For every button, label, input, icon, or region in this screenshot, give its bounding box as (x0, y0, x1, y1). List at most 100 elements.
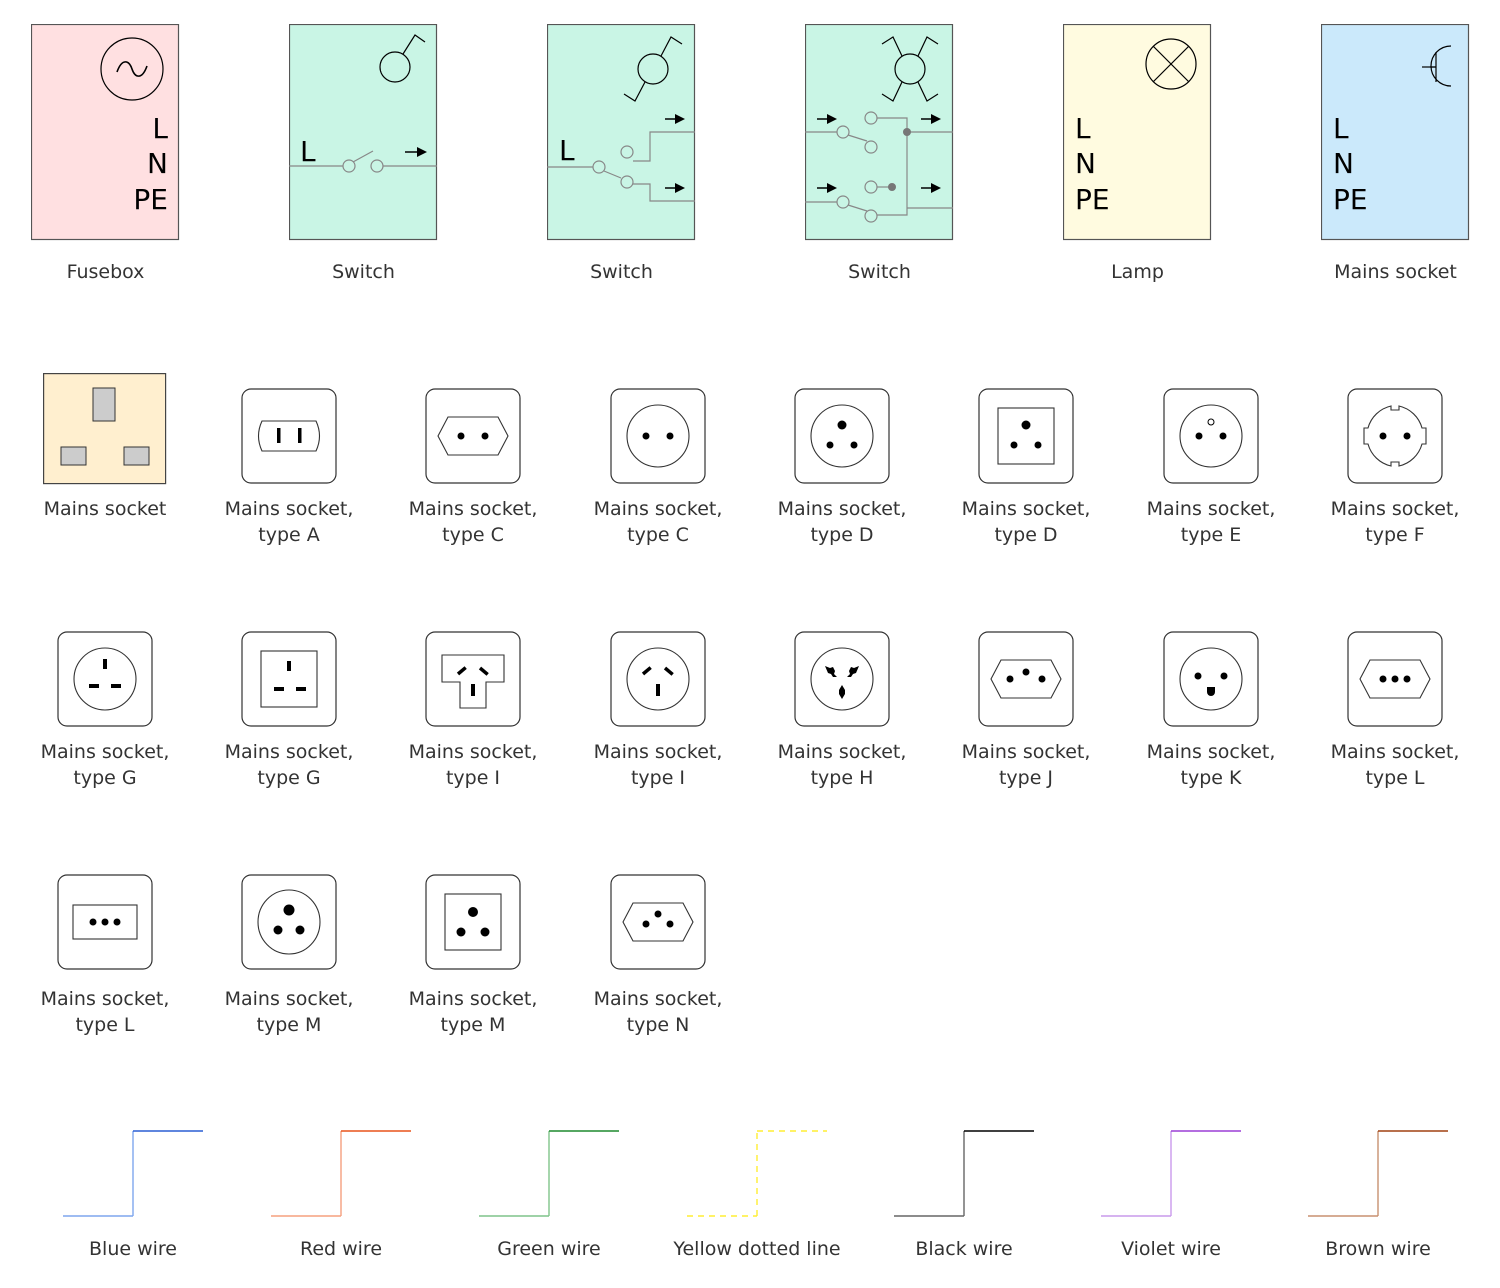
mains-socket-type-l-rect-shape[interactable] (57, 874, 153, 974)
socket-label-line1: Mains socket, (961, 741, 1091, 763)
wire-blue-wire-shape[interactable] (63, 1127, 205, 1225)
mains-socket-type-n-shape[interactable] (610, 874, 706, 974)
mains-socket-type-j-shape[interactable] (978, 631, 1074, 731)
mains-socket-type-l-hex-shape[interactable] (1347, 631, 1443, 731)
lamp-label: Lamp (1111, 261, 1164, 283)
electrical-symbols-library: L N PE Fusebox L Switch L Switch Switch … (0, 0, 1500, 1288)
socket-label-line2: type L (1365, 767, 1425, 789)
wire-black-wire-shape[interactable] (894, 1127, 1036, 1225)
socket-label: Mains socket, type I (393, 739, 553, 791)
wire-icon (687, 1130, 827, 1217)
mains-socket-type-c-round-shape[interactable] (610, 388, 706, 488)
wire-label: Red wire (241, 1236, 441, 1262)
socket-label: Mains socket, type I (578, 739, 738, 791)
fusebox-label: Fusebox (66, 261, 145, 283)
socket-label: Mains socket, type G (209, 739, 369, 791)
socket-label-line2: type C (442, 524, 504, 546)
socket-label-line2: type G (257, 767, 321, 789)
socket-label-line2: type H (810, 767, 874, 789)
wire-red-wire-shape[interactable] (271, 1127, 413, 1225)
terminal-l: L (300, 135, 316, 168)
socket-label: Mains socket, type F (1315, 496, 1475, 548)
terminal-pe: PE (1333, 183, 1368, 216)
socket-n-icon (610, 874, 706, 970)
terminal-n: N (1075, 147, 1096, 180)
mains-socket-type-f-shape[interactable] (1347, 388, 1443, 488)
socket-label: Mains socket, type J (946, 739, 1106, 791)
socket-label-line2: type C (627, 524, 689, 546)
socket-l-rect-icon (57, 874, 153, 970)
socket-label-line1: Mains socket, (40, 741, 170, 763)
socket-label: Mains socket, type M (393, 986, 553, 1038)
wire-brown-wire-shape[interactable] (1308, 1127, 1450, 1225)
socket-label-line2: type G (73, 767, 137, 789)
mains-socket-type-i-round-shape[interactable] (610, 631, 706, 731)
terminal-l: L (152, 112, 168, 145)
socket-label-line1: Mains socket, (224, 741, 354, 763)
socket-label-line1: Mains socket (43, 498, 167, 520)
wire-label-text: Red wire (299, 1238, 383, 1260)
fusebox-shape[interactable]: L N PE (30, 23, 180, 242)
mains-socket-type-g-square-shape[interactable] (241, 631, 337, 731)
socket-label-line2: type N (626, 1014, 690, 1036)
socket-label-line1: Mains socket, (1330, 741, 1460, 763)
mains-socket-type-m-square-shape[interactable] (425, 874, 521, 974)
socket-label-line1: Mains socket, (224, 988, 354, 1010)
socket-label-line1: Mains socket, (1146, 741, 1276, 763)
socket-d-round-icon (794, 388, 890, 484)
socket-a-icon (241, 388, 337, 484)
lamp-shape[interactable]: L N PE (1062, 23, 1212, 242)
mains-socket-schematic-label: Mains socket (1334, 261, 1457, 283)
wire-label: Blue wire (33, 1236, 233, 1262)
socket-label-line1: Mains socket, (593, 988, 723, 1010)
mains-socket-type-g-round-shape[interactable] (57, 631, 153, 731)
mains-socket-type-a-shape[interactable] (241, 388, 337, 488)
wire-yellow-dotted-line-shape[interactable] (687, 1127, 829, 1225)
socket-label-line2: type A (258, 524, 320, 546)
mains-socket-type-m-round-shape[interactable] (241, 874, 337, 974)
switch-intermediate-shape[interactable] (804, 23, 954, 242)
wire-label-text: Black wire (915, 1238, 1013, 1260)
wire-label-text: Violet wire (1121, 1238, 1221, 1260)
mains-socket-type-d-square-shape[interactable] (978, 388, 1074, 488)
socket-c-hex-icon (425, 388, 521, 484)
socket-label-line2: type I (630, 767, 686, 789)
socket-label-line2: type E (1180, 524, 1242, 546)
socket-label: Mains socket, type N (578, 986, 738, 1038)
wire-label: Green wire (449, 1236, 649, 1262)
socket-label-line2: type M (256, 1014, 322, 1036)
terminal-n: N (147, 147, 168, 180)
socket-k-icon (1163, 631, 1259, 727)
socket-c-round-icon (610, 388, 706, 484)
socket-l-hex-icon (1347, 631, 1443, 727)
mains-socket-type-i-t-shape[interactable] (425, 631, 521, 731)
mains-socket-type-h-shape[interactable] (794, 631, 890, 731)
socket-label-line1: Mains socket, (593, 741, 723, 763)
wire-label-text: Green wire (497, 1238, 601, 1260)
socket-label-line2: type J (998, 767, 1054, 789)
mains-socket-type-c-hex-shape[interactable] (425, 388, 521, 488)
wire-violet-wire-shape[interactable] (1101, 1127, 1243, 1225)
socket-label-line2: type K (1180, 767, 1242, 789)
socket-e-icon (1163, 388, 1259, 484)
mains-socket-schematic-shape[interactable]: L N PE (1320, 23, 1470, 242)
mains-socket-type-d-round-shape[interactable] (794, 388, 890, 488)
socket-m-round-icon (241, 874, 337, 970)
wire-icon (271, 1130, 411, 1217)
socket-g-square-icon (241, 631, 337, 727)
wire-green-wire-shape[interactable] (479, 1127, 621, 1225)
switch-single-shape[interactable]: L (288, 23, 438, 242)
socket-f-icon (1347, 388, 1443, 484)
mains-socket-type-k-shape[interactable] (1163, 631, 1259, 731)
terminal-l: L (559, 134, 575, 167)
socket-label: Mains socket, type H (762, 739, 922, 791)
mains-socket-uk-shape[interactable] (43, 373, 167, 489)
mains-socket-type-e-shape[interactable] (1163, 388, 1259, 488)
socket-label-line2: type D (810, 524, 874, 546)
switch-two-way-shape[interactable]: L (546, 23, 696, 242)
socket-label-line2: type I (445, 767, 501, 789)
socket-label-line2: type M (440, 1014, 506, 1036)
wire-label-text: Brown wire (1325, 1238, 1431, 1260)
socket-label-line2: type L (75, 1014, 135, 1036)
socket-label-line2: type D (994, 524, 1058, 546)
